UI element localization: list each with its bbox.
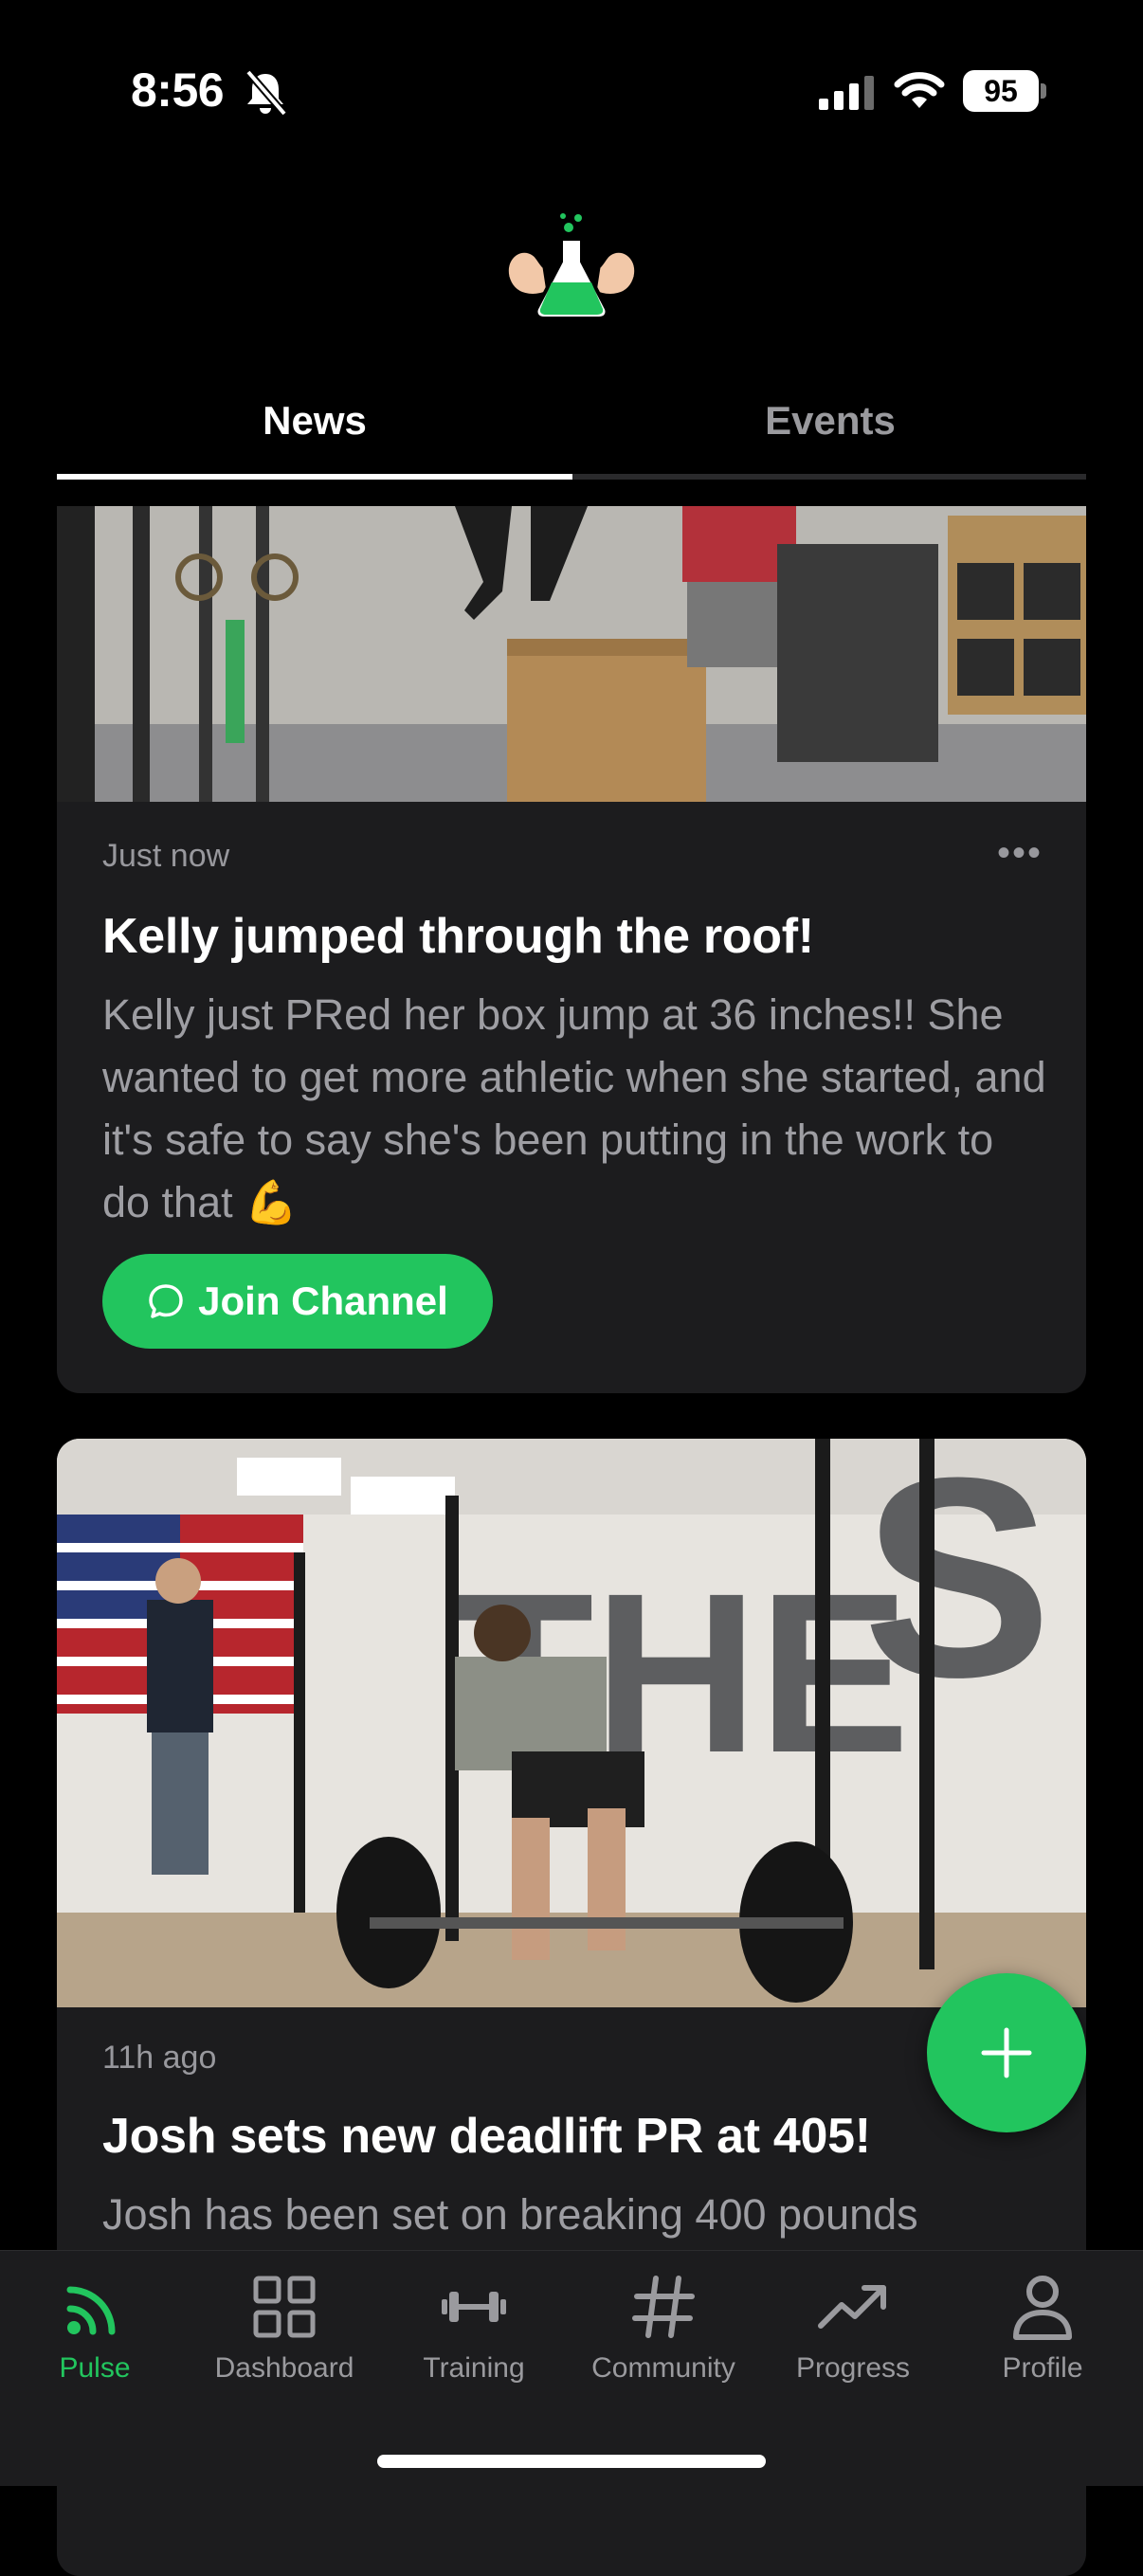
- join-channel-label: Join Channel: [198, 1279, 448, 1323]
- app-logo: [505, 213, 638, 320]
- status-time: 8:56: [131, 63, 225, 117]
- join-channel-button[interactable]: Join Channel: [102, 1254, 493, 1349]
- post-body: Josh has been set on breaking 400 pounds: [102, 2190, 918, 2239]
- nav-item-training[interactable]: Training: [379, 2271, 569, 2394]
- tab-events[interactable]: Events: [572, 398, 1088, 464]
- battery-indicator: 95: [963, 70, 1039, 112]
- wifi-icon: [894, 72, 945, 108]
- pulse-icon: [66, 2286, 116, 2335]
- hashtag-icon: [632, 2276, 695, 2338]
- tab-news[interactable]: News: [57, 398, 572, 464]
- nav-item-progress[interactable]: Progress: [758, 2271, 948, 2394]
- chat-bubble-icon: [149, 1284, 183, 1318]
- nav-label: Pulse: [59, 2352, 131, 2384]
- more-options-button[interactable]: •••: [997, 832, 1043, 875]
- nav-item-profile[interactable]: Profile: [948, 2271, 1137, 2394]
- nav-label: Dashboard: [214, 2352, 354, 2384]
- nav-label: Training: [423, 2352, 525, 2384]
- nav-item-pulse[interactable]: Pulse: [0, 2271, 190, 2394]
- nav-label: Progress: [795, 2352, 911, 2384]
- svg-text:S: S: [862, 1439, 1052, 1736]
- post-title: Kelly jumped through the roof!: [102, 909, 814, 964]
- post-photo-box-jump: [57, 506, 1086, 802]
- home-indicator[interactable]: [377, 2455, 766, 2468]
- nav-label: Profile: [1002, 2352, 1083, 2384]
- dashboard-icon: [253, 2276, 316, 2338]
- post-photo-deadlift: THE S: [57, 1439, 1086, 2007]
- nav-item-community[interactable]: Community: [569, 2271, 758, 2394]
- person-icon: [1013, 2276, 1072, 2340]
- plus-icon: [981, 2027, 1032, 2078]
- post-timestamp: Just now: [102, 838, 230, 874]
- nav-label: Community: [591, 2352, 735, 2384]
- post-timestamp: 11h ago: [102, 2040, 217, 2076]
- trend-icon: [818, 2285, 886, 2329]
- post-title: Josh sets new deadlift PR at 405!: [102, 2109, 871, 2164]
- nav-item-dashboard[interactable]: Dashboard: [190, 2271, 379, 2394]
- add-post-button[interactable]: [927, 1973, 1086, 2132]
- post-body: Kelly just PRed her box jump at 36 inche…: [102, 990, 1046, 1226]
- bell-muted-icon: [245, 69, 288, 117]
- tab-active-indicator: [57, 474, 572, 480]
- news-card[interactable]: Just now ••• Kelly jumped through the ro…: [57, 506, 1086, 1393]
- cellular-signal-icon: [819, 76, 874, 110]
- battery-tip: [1041, 83, 1046, 99]
- dumbbell-icon: [442, 2292, 506, 2322]
